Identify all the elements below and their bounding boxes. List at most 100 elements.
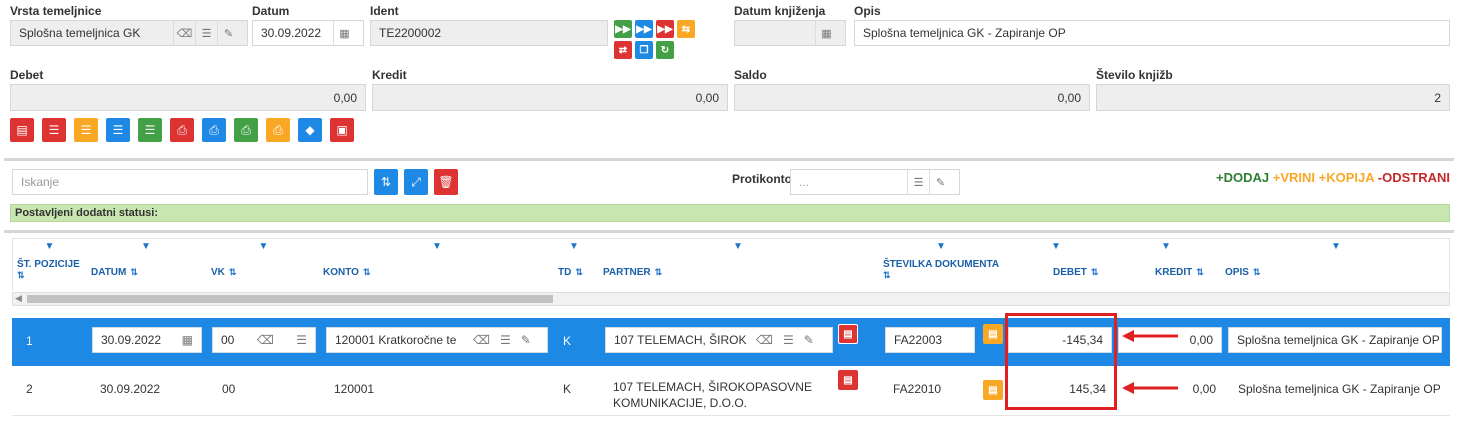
sort-icon[interactable]: ⇅ xyxy=(1253,267,1261,277)
close-box-icon[interactable]: ▣ xyxy=(330,118,354,142)
col-header-datum[interactable]: DATUM ⇅ xyxy=(91,267,138,278)
col-header-kredit[interactable]: KREDIT ⇅ xyxy=(1155,267,1204,278)
filter-icon[interactable]: ▼ xyxy=(321,241,553,252)
pencil-icon[interactable]: ✎ xyxy=(217,21,239,45)
diamond-icon[interactable]: ◆ xyxy=(298,118,322,142)
col-header-dokument[interactable]: ŠTEVILKA DOKUMENTA ⇅ xyxy=(883,259,1001,281)
search-field[interactable]: Iskanje xyxy=(12,169,368,195)
list-icon[interactable]: ☰ xyxy=(783,333,794,347)
debet-total-value: 0,00 xyxy=(333,90,357,105)
fast-forward-icon[interactable]: ▶▶ xyxy=(614,20,632,38)
remove-button[interactable]: -ODSTRANI xyxy=(1378,170,1450,185)
col-header-debet[interactable]: DEBET ⇅ xyxy=(1053,267,1098,278)
search-input[interactable]: Iskanje xyxy=(21,175,359,189)
scrollbar-thumb[interactable] xyxy=(27,295,553,303)
row-konto-input[interactable]: 120001 Kratkoročne te ⌫ ☰ ✎ xyxy=(326,327,548,353)
print-green-icon[interactable]: ⎙ xyxy=(234,118,258,142)
trash-icon[interactable]: 🗑 xyxy=(434,169,458,195)
ident-field[interactable]: TE2200002 xyxy=(370,20,608,46)
note-icon[interactable]: ▤ xyxy=(983,380,1003,400)
add-button[interactable]: +DODAJ xyxy=(1216,170,1269,185)
edit-icon[interactable]: ✎ xyxy=(929,170,951,194)
sort-icon[interactable]: ⇅ xyxy=(363,267,371,277)
calendar-icon[interactable]: ▦ xyxy=(333,21,355,45)
list-blue-icon[interactable]: ☰ xyxy=(106,118,130,142)
expand-icon[interactable]: ⤢ xyxy=(404,169,428,195)
copy-button[interactable]: +KOPIJA xyxy=(1319,170,1375,185)
col-header-opis[interactable]: OPIS ⇅ xyxy=(1225,267,1260,278)
list-green-icon[interactable]: ☰ xyxy=(138,118,162,142)
col-label: DATUM xyxy=(91,267,127,278)
row-dokument-input[interactable]: FA22003 xyxy=(885,327,975,353)
sort-icon[interactable]: ⇅ xyxy=(575,267,583,277)
filter-icon[interactable]: ▼ xyxy=(1111,241,1221,252)
sort-icon[interactable]: ⇅ xyxy=(17,270,25,280)
copy-icon[interactable]: ❐ xyxy=(635,41,653,59)
filter-icon[interactable]: ▼ xyxy=(13,241,86,252)
eraser-icon[interactable]: ⌫ xyxy=(473,333,490,347)
filter-icon[interactable]: ▼ xyxy=(86,241,206,252)
eraser-icon[interactable]: ⌫ xyxy=(173,21,195,45)
scroll-left-icon[interactable]: ◀ xyxy=(15,293,22,304)
protikonto-field[interactable]: ... ☰ ✎ xyxy=(790,169,960,195)
row-date-value: 30.09.2022 xyxy=(101,333,162,347)
filter-icon[interactable]: ▼ xyxy=(595,241,881,252)
pencil-icon[interactable]: ✎ xyxy=(804,333,814,347)
sort-icon[interactable]: ⇅ xyxy=(229,267,237,277)
swap-icon[interactable]: ⇄ xyxy=(614,41,632,59)
document-icon[interactable]: ▤ xyxy=(838,324,858,344)
toolbar: ▤ ☰ ☰ ☰ ☰ ⎙ ⎙ ⎙ ⎙ ◆ ▣ xyxy=(10,118,354,142)
filter-icon[interactable]: ▼ xyxy=(553,241,595,252)
calendar-icon[interactable]: ▦ xyxy=(182,333,193,347)
col-header-pozicija[interactable]: ŠT. POZICIJE ⇅ xyxy=(17,259,86,281)
sort-icon[interactable]: ⇅ xyxy=(655,267,663,277)
print-red-icon[interactable]: ⎙ xyxy=(170,118,194,142)
col-header-td[interactable]: TD ⇅ xyxy=(558,267,583,278)
col-header-vk[interactable]: VK ⇅ xyxy=(211,267,236,278)
list-red-icon[interactable]: ☰ xyxy=(42,118,66,142)
insert-button[interactable]: +VRINI xyxy=(1273,170,1315,185)
sort-icon[interactable]: ⇅ xyxy=(1091,267,1099,277)
opis-field[interactable]: Splošna temeljnica GK - Zapiranje OP xyxy=(854,20,1450,46)
print-blue-icon[interactable]: ⎙ xyxy=(202,118,226,142)
list-icon[interactable]: ☰ xyxy=(195,21,217,45)
document-red-icon[interactable]: ▤ xyxy=(10,118,34,142)
print-yellow-icon[interactable]: ⎙ xyxy=(266,118,290,142)
protikonto-input[interactable]: ... xyxy=(799,175,907,189)
sort-icon[interactable]: ⇅ xyxy=(1196,267,1204,277)
filter-icon[interactable]: ▼ xyxy=(1221,241,1451,252)
datum-knjizenja-field[interactable]: ▦ xyxy=(734,20,846,46)
filter-icon[interactable]: ▼ xyxy=(206,241,321,252)
document-icon[interactable]: ▤ xyxy=(838,370,858,390)
list-icon[interactable]: ☰ xyxy=(500,333,511,347)
vrsta-field[interactable]: Splošna temeljnica GK ⌫ ☰ ✎ xyxy=(10,20,248,46)
refresh-icon[interactable]: ↻ xyxy=(656,41,674,59)
eraser-icon[interactable]: ⌫ xyxy=(756,333,773,347)
fast-forward-red-icon[interactable]: ▶▶ xyxy=(656,20,674,38)
row-partner-input[interactable]: 107 TELEMACH, ŠIROK ⌫ ☰ ✎ xyxy=(605,327,833,353)
row-date-input[interactable]: 30.09.2022 ▦ xyxy=(92,327,202,353)
horizontal-scrollbar[interactable]: ◀ xyxy=(12,292,1450,306)
list-icon[interactable]: ☰ xyxy=(296,333,307,347)
sort-icon[interactable]: ⇅ xyxy=(374,169,398,195)
col-header-konto[interactable]: KONTO ⇅ xyxy=(323,267,370,278)
repeat-icon[interactable]: ⇆ xyxy=(677,20,695,38)
filter-icon[interactable]: ▼ xyxy=(881,241,1001,252)
table-row[interactable]: 2 30.09.2022 00 120001 K 107 TELEMACH, Š… xyxy=(12,366,1450,416)
sort-icon[interactable]: ⇅ xyxy=(883,270,891,280)
list-icon[interactable]: ☰ xyxy=(907,170,929,194)
datum-field[interactable]: 30.09.2022 ▦ xyxy=(252,20,364,46)
row-opis-input[interactable]: Splošna temeljnica GK - Zapiranje OP xyxy=(1228,327,1442,353)
col-header-partner[interactable]: PARTNER ⇅ xyxy=(603,267,662,278)
row-td: K xyxy=(563,382,572,396)
filter-icon[interactable]: ▼ xyxy=(1001,241,1111,252)
note-icon[interactable]: ▤ xyxy=(983,324,1003,344)
table-row[interactable]: 1 30.09.2022 ▦ 00 ⌫ ☰ 120001 Kratkoročne… xyxy=(12,318,1450,366)
list-yellow-icon[interactable]: ☰ xyxy=(74,118,98,142)
sort-icon[interactable]: ⇅ xyxy=(130,267,138,277)
fast-forward-blue-icon[interactable]: ▶▶ xyxy=(635,20,653,38)
eraser-icon[interactable]: ⌫ xyxy=(257,333,274,347)
calendar-icon[interactable]: ▦ xyxy=(815,21,837,45)
row-vk-input[interactable]: 00 ⌫ ☰ xyxy=(212,327,316,353)
pencil-icon[interactable]: ✎ xyxy=(521,333,531,347)
